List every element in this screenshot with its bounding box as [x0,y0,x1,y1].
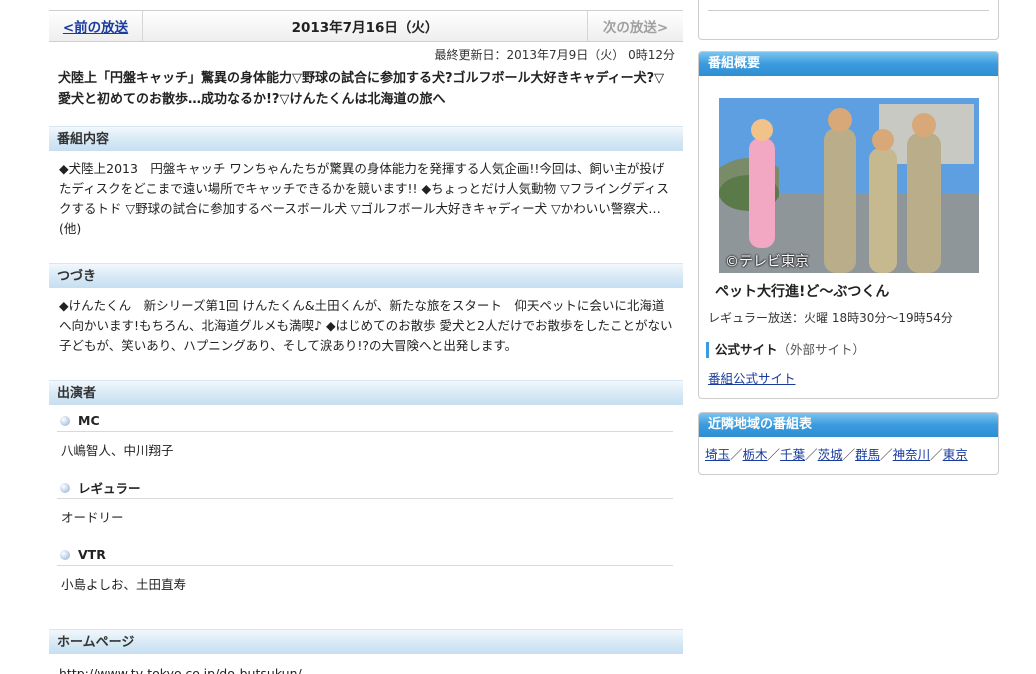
official-site-link[interactable]: 番組公式サイト [708,371,796,386]
cast-role: レギュラー [78,481,141,496]
program-photo-image [719,98,979,273]
region-link-tokyo[interactable]: 東京 [943,447,968,462]
sidebar-top-box [698,0,999,40]
region-separator: ／ [730,447,743,462]
prev-broadcast-link[interactable]: <前の放送 [49,11,143,41]
overview-heading: 番組概要 [699,52,998,76]
official-site-row: 番組公式サイト [708,368,998,387]
region-separator: ／ [880,447,893,462]
program-next-text: ◆けんたくん 新シリーズ第1回 けんたくん&土田くんが、新たな旅をスタート 仰天… [59,298,673,353]
bullet-icon [60,482,70,493]
section-heading-next: つづき [49,263,683,288]
overview-box: 番組概要 ©テレビ東京 ペット大行進!ど～ぶつくん レギュラー放送：火曜 18時… [698,51,999,399]
photo-credit: ©テレビ東京 [725,254,809,270]
cast-role: VTR [78,547,106,562]
official-site-label: 公式サイト [715,342,778,357]
show-name: ペット大行進!ど～ぶつくん [715,284,890,300]
last-updated: 最終更新日：2013年7月9日（火） 0時12分 [434,48,675,62]
region-link-ibaraki[interactable]: 茨城 [818,447,843,462]
section-heading-homepage: ホームページ [49,629,683,654]
region-separator: ／ [805,447,818,462]
regions-box: 近隣地域の番組表 埼玉／栃木／千葉／茨城／群馬／神奈川／東京 [698,412,999,475]
regular-broadcast: レギュラー放送：火曜 18時30分～19時54分 [708,311,953,325]
region-separator: ／ [930,447,943,462]
program-photo: ©テレビ東京 [719,98,979,273]
program-title: 犬陸上「円盤キャッチ」驚異の身体能力▽野球の試合に参加する犬?ゴルフボール大好き… [58,71,665,107]
broadcast-nav: <前の放送 2013年7月16日（火） 次の放送> [49,10,683,42]
region-link-tochigi[interactable]: 栃木 [743,447,768,462]
main-content: <前の放送 2013年7月16日（火） 次の放送> 最終更新日：2013年7月9… [49,0,683,674]
cast-list: MC 八嶋智人、中川翔子 レギュラー オードリー VTR 小島よしお、土田直寿 [49,405,683,629]
cast-names: 小島よしお、土田直寿 [61,577,187,592]
cast-role: MC [78,413,100,428]
section-heading-cast: 出演者 [49,380,683,405]
sidebar: 番組概要 ©テレビ東京 ペット大行進!ど～ぶつくん レギュラー放送：火曜 18時… [698,0,999,475]
cast-group: MC 八嶋智人、中川翔子 [49,410,683,466]
section-heading-content: 番組内容 [49,126,683,151]
bullet-icon [60,549,70,560]
next-broadcast-label: 次の放送> [587,11,683,41]
region-separator: ／ [767,447,781,462]
bullet-icon [60,415,70,426]
region-link-gunma[interactable]: 群馬 [855,447,880,462]
cast-names: 八嶋智人、中川翔子 [61,443,174,458]
regions-list: 埼玉／栃木／千葉／茨城／群馬／神奈川／東京 [699,437,998,474]
region-link-saitama[interactable]: 埼玉 [705,447,730,462]
regions-heading: 近隣地域の番組表 [699,413,998,437]
cast-group: レギュラー オードリー [49,477,683,533]
cast-role-row: MC [57,410,673,432]
cast-names: オードリー [61,510,124,525]
external-site-note: （外部サイト） [777,342,866,357]
region-link-kanagawa[interactable]: 神奈川 [893,447,931,462]
cast-role-row: VTR [57,544,673,566]
region-separator: ／ [842,447,856,462]
program-content-text: ◆犬陸上2013 円盤キャッチ ワンちゃんたちが驚異の身体能力を発揮する人気企画… [59,161,669,236]
region-link-chiba[interactable]: 千葉 [780,447,805,462]
broadcast-date: 2013年7月16日（火） [291,20,439,36]
homepage-url: http://www.tv-tokyo.co.jp/do-butsukun/ [59,666,302,674]
official-site-heading: 公式サイト（外部サイト） [706,342,998,358]
cast-group: VTR 小島よしお、土田直寿 [49,544,683,600]
cast-role-row: レギュラー [57,477,673,499]
